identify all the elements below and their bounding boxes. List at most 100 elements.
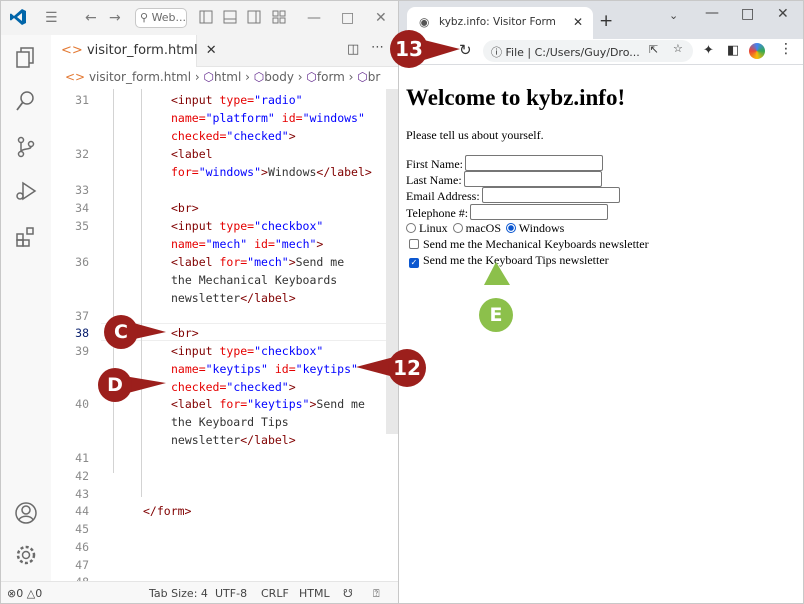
- explorer-icon[interactable]: [14, 45, 40, 71]
- code-line: <br>: [171, 326, 199, 340]
- line-number: 44: [75, 504, 89, 518]
- code-editor[interactable]: <input type="radio" name="platform" id="…: [101, 89, 391, 581]
- extensions-puzzle-icon[interactable]: ✦: [703, 43, 714, 58]
- command-center-search[interactable]: ⚲ Web...: [135, 8, 187, 28]
- code-line: <label: [171, 147, 213, 161]
- browser-tab-visitor-form[interactable]: ◉ kybz.info: Visitor Form ✕: [407, 7, 593, 39]
- tab-search-chevron-icon[interactable]: ⌄: [669, 9, 678, 22]
- search-icon[interactable]: [14, 89, 40, 115]
- reload-icon[interactable]: ↻: [459, 41, 472, 59]
- toggle-sidebar-icon[interactable]: [199, 10, 213, 28]
- back-arrow-icon[interactable]: ←: [85, 10, 97, 26]
- activity-bar: [1, 35, 51, 581]
- platform-radio-row: Linux macOS Windows: [406, 221, 564, 235]
- mech-checkbox[interactable]: [409, 239, 419, 249]
- close-tab-icon[interactable]: ✕: [573, 15, 583, 29]
- close-window-icon[interactable]: ✕: [777, 6, 789, 22]
- extensions-icon[interactable]: [14, 225, 40, 251]
- forward-arrow-icon[interactable]: →: [109, 10, 121, 26]
- menu-icon[interactable]: ☰: [45, 10, 58, 26]
- radio-macos-label: macOS: [465, 221, 501, 235]
- accounts-icon[interactable]: [14, 501, 40, 527]
- profile-avatar[interactable]: [749, 43, 765, 59]
- search-icon: ⚲: [140, 11, 149, 24]
- manage-gear-icon[interactable]: [14, 543, 40, 569]
- line-number: 47: [75, 558, 89, 572]
- bookmark-star-icon[interactable]: ☆: [673, 42, 683, 55]
- radio-linux[interactable]: [406, 223, 416, 233]
- address-url: C:/Users/Guy/Dro...: [534, 46, 640, 59]
- breadcrumb-body[interactable]: body: [264, 70, 294, 84]
- address-bar[interactable]: ⓘ File | C:/Users/Guy/Dro... ⇱ ☆: [483, 40, 693, 62]
- element-icon: ⬡: [253, 70, 265, 84]
- tab-visitor-form[interactable]: <> visitor_form.html ✕: [51, 35, 217, 67]
- share-icon[interactable]: ⇱: [649, 43, 658, 56]
- email-label: Email Address:: [406, 189, 480, 203]
- tips-checkbox-checked[interactable]: ✓: [409, 258, 419, 268]
- line-number: 36: [75, 255, 89, 269]
- maximize-icon[interactable]: □: [741, 6, 754, 22]
- problems-indicator[interactable]: ⊗0 △0: [7, 587, 42, 600]
- run-debug-icon[interactable]: [14, 179, 40, 205]
- vscode-titlebar: ☰ ← → ⚲ Web... — □ ✕: [1, 1, 398, 35]
- radio-macos[interactable]: [452, 223, 463, 233]
- email-input[interactable]: [481, 187, 620, 203]
- code-line: <br>: [171, 201, 199, 215]
- mech-checkbox-row: Send me the Mechanical Keyboards newslet…: [406, 237, 649, 251]
- last-name-input[interactable]: [463, 171, 602, 187]
- split-editor-icon[interactable]: ◫: [347, 42, 359, 57]
- telephone-input[interactable]: [470, 204, 609, 220]
- language-indicator[interactable]: HTML: [299, 587, 330, 600]
- toggle-panel-icon[interactable]: [223, 10, 237, 28]
- feedback-icon[interactable]: ☋: [343, 587, 353, 600]
- customize-layout-icon[interactable]: [272, 10, 286, 28]
- mech-checkbox-label: Send me the Mechanical Keyboards newslet…: [423, 237, 649, 251]
- line-number: 37: [75, 309, 89, 323]
- email-row: Email Address:: [406, 187, 620, 203]
- source-control-icon[interactable]: [14, 135, 40, 161]
- line-number: 43: [75, 487, 89, 501]
- element-icon: ⬡: [357, 70, 368, 84]
- breadcrumb-form[interactable]: form: [317, 70, 345, 84]
- side-panel-icon[interactable]: ◧: [727, 43, 739, 58]
- menu-kebab-icon[interactable]: ⋮: [779, 41, 793, 57]
- breadcrumb-html[interactable]: html: [214, 70, 241, 84]
- last-name-label: Last Name:: [406, 173, 462, 187]
- search-label: Web...: [151, 11, 187, 24]
- line-number: 40: [75, 397, 89, 411]
- new-tab-icon[interactable]: +: [599, 11, 613, 31]
- minimize-icon[interactable]: —: [705, 5, 719, 21]
- chrome-window: ◉ kybz.info: Visitor Form ✕ + ⌄ — □ ✕ ↻ …: [399, 0, 804, 604]
- radio-windows-checked[interactable]: [506, 223, 516, 233]
- code-line: the Keyboard Tips: [171, 415, 289, 429]
- encoding-indicator[interactable]: UTF-8: [215, 587, 247, 600]
- line-number: 41: [75, 451, 89, 465]
- line-number: 32: [75, 147, 89, 161]
- notifications-bell-icon[interactable]: ⍰: [373, 587, 380, 601]
- breadcrumb-file[interactable]: visitor_form.html: [89, 70, 191, 84]
- maximize-icon[interactable]: □: [341, 10, 354, 26]
- tab-size-indicator[interactable]: Tab Size: 4: [149, 587, 208, 600]
- vscode-window: ☰ ← → ⚲ Web... — □ ✕ <> visitor_form.htm…: [0, 0, 399, 604]
- callout-d: D: [98, 368, 132, 402]
- html-file-icon: <>: [61, 43, 83, 58]
- code-line: newsletter</label>: [171, 291, 296, 305]
- indent-guide: [141, 89, 142, 497]
- toggle-secondary-sidebar-icon[interactable]: [247, 10, 261, 28]
- code-line: <input type="radio": [171, 93, 303, 107]
- first-name-input[interactable]: [465, 155, 603, 171]
- tab-label: visitor_form.html: [86, 43, 198, 58]
- breadcrumb-br[interactable]: br: [368, 70, 381, 84]
- line-number-active: 38: [75, 326, 89, 340]
- last-name-row: Last Name:: [406, 171, 602, 187]
- close-icon[interactable]: ✕: [375, 10, 387, 26]
- eol-indicator[interactable]: CRLF: [261, 587, 289, 600]
- minimize-icon[interactable]: —: [307, 10, 321, 26]
- line-number: 42: [75, 469, 89, 483]
- html-file-icon: <>: [65, 70, 86, 84]
- code-line: name="mech" id="mech">: [171, 237, 324, 251]
- more-actions-icon[interactable]: ⋯: [371, 40, 384, 55]
- globe-icon: ◉: [419, 15, 430, 29]
- close-tab-icon[interactable]: ✕: [206, 43, 217, 58]
- code-line: name="keytips" id="keytips": [171, 362, 358, 376]
